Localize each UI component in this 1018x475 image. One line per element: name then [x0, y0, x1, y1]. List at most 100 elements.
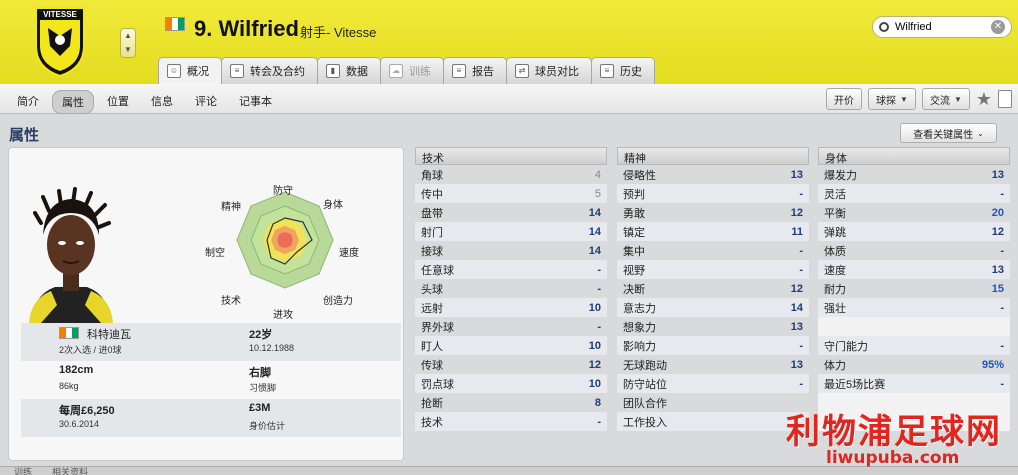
attribute-name: 无球跑动	[623, 359, 667, 372]
attribute-name: 强壮	[824, 302, 846, 315]
player-nav-arrows[interactable]: ▲ ▼	[120, 28, 136, 58]
attribute-value: 13	[991, 168, 1004, 181]
club-crest-icon[interactable]: VITESSE	[34, 6, 86, 78]
player-role: 射手- Vitesse	[300, 25, 377, 40]
scout-dropdown[interactable]: 球探 ▼	[868, 88, 916, 110]
date-of-birth: 10.12.1988	[249, 343, 295, 353]
subtab-positions[interactable]: 位置	[98, 90, 138, 114]
attribute-value: 13	[991, 263, 1004, 276]
bottom-tab-training[interactable]: 训练	[14, 465, 32, 475]
physical-header: 身体	[818, 147, 1010, 165]
tab-report[interactable]: ≡ 报告	[443, 57, 507, 84]
compare-icon: ⇄	[515, 64, 529, 78]
training-icon: ☁	[389, 64, 403, 78]
attribute-name: 盘带	[421, 207, 443, 220]
attribute-name: 抢断	[421, 397, 443, 410]
attribute-name: 界外球	[421, 321, 454, 334]
attribute-row: 灵活 -	[818, 184, 1010, 203]
wage: 每周£6,250	[59, 405, 115, 417]
clear-search-icon[interactable]: ✕	[991, 20, 1005, 34]
age: 22岁	[249, 329, 273, 341]
header-bar: VITESSE ▲ ▼ 9. Wilfried 射手- Vitesse ✕ ☺概…	[0, 0, 1018, 84]
subtab-intro[interactable]: 简介	[8, 90, 48, 114]
radar-label-creativity: 创造力	[323, 296, 353, 307]
notes-icon[interactable]	[998, 90, 1012, 108]
bid-button[interactable]: 开价	[826, 88, 863, 110]
attribute-row: 勇敢 12	[617, 203, 809, 222]
sub-navigation: 简介 属性 位置 信息 评论 记事本 开价 球探 ▼ 交流 ▼ ★	[0, 84, 1018, 114]
attribute-value: -	[597, 415, 601, 428]
attribute-value: 4	[594, 168, 601, 181]
radar-label-mental: 精神	[221, 202, 241, 213]
attribute-name: 盯人	[421, 340, 443, 353]
attribute-name: 预判	[623, 188, 645, 201]
attribute-row: 头球 -	[415, 279, 607, 298]
attribute-row: 镇定 11	[617, 222, 809, 241]
attribute-row: 射门 14	[415, 222, 607, 241]
attribute-value: -	[1000, 377, 1004, 390]
arrow-up-icon[interactable]: ▲	[121, 29, 135, 43]
subtab-comments[interactable]: 评论	[186, 90, 226, 114]
international-caps: 2次入选 / 进0球	[59, 345, 122, 355]
attribute-row: 任意球 -	[415, 260, 607, 279]
subtab-info[interactable]: 信息	[142, 90, 182, 114]
player-card: 防守 身体 速度 创造力 进攻 技术 制空 精神 科特迪瓦 2次入选 / 进0球…	[8, 147, 404, 461]
attribute-row: 集中 -	[617, 241, 809, 260]
star-icon[interactable]: ★	[976, 89, 992, 109]
report-icon: ≡	[452, 64, 466, 78]
radar-label-aerial: 制空	[205, 248, 225, 259]
attribute-value: 12	[790, 282, 803, 295]
bottom-tab-related[interactable]: 相关资料	[52, 465, 88, 475]
crest-text: VITESSE	[43, 10, 77, 19]
interact-dropdown[interactable]: 交流 ▼	[921, 88, 970, 110]
attribute-value: -	[1000, 187, 1004, 200]
tab-stats[interactable]: ▮ 数据	[317, 57, 381, 84]
attribute-value: -	[1000, 339, 1004, 352]
attribute-row	[818, 317, 1010, 336]
key-attributes-dropdown[interactable]: 查看关键属性 ⌄	[900, 123, 997, 143]
attribute-name: 侵略性	[623, 169, 656, 182]
attribute-row: 角球 4	[415, 165, 607, 184]
attribute-name: 平衡	[824, 207, 846, 220]
radar-label-attack: 进攻	[273, 310, 293, 321]
attribute-name: 传球	[421, 359, 443, 372]
attribute-row: 罚点球 10	[415, 374, 607, 393]
search-box[interactable]: ✕	[872, 16, 1012, 38]
attribute-name: 工作投入	[623, 416, 667, 429]
attribute-name: 头球	[421, 283, 443, 296]
arrow-down-icon[interactable]: ▼	[121, 43, 135, 57]
technical-header: 技术	[415, 147, 607, 165]
attribute-name: 影响力	[623, 340, 656, 353]
attribute-row: 速度 13	[818, 260, 1010, 279]
attribute-value: 10	[588, 301, 601, 314]
transfer-value: £3M	[249, 402, 271, 414]
attribute-row: 视野 -	[617, 260, 809, 279]
attribute-value: 20	[991, 206, 1004, 219]
attribute-value: -	[799, 263, 803, 276]
attribute-name: 想象力	[623, 321, 656, 334]
tab-overview[interactable]: ☺ 概况	[158, 57, 222, 84]
nationality-flag-icon	[59, 327, 79, 339]
radar-label-technique: 技术	[221, 296, 241, 307]
tab-contract[interactable]: ≡ 转会及合约	[221, 57, 318, 84]
attribute-row: 平衡 20	[818, 203, 1010, 222]
attribute-value: 14	[588, 206, 601, 219]
subtab-attributes[interactable]: 属性	[52, 90, 94, 114]
tab-compare[interactable]: ⇄ 球员对比	[506, 57, 592, 84]
attribute-name: 体力	[824, 359, 846, 372]
search-input[interactable]	[895, 21, 991, 33]
attribute-row: 想象力 13	[617, 317, 809, 336]
attribute-row: 爆发力 13	[818, 165, 1010, 184]
attribute-row: 抢断 8	[415, 393, 607, 412]
tab-history[interactable]: ≡ 历史	[591, 57, 655, 84]
attribute-row: 耐力 15	[818, 279, 1010, 298]
attribute-name: 灵活	[824, 188, 846, 201]
mental-attributes: 精神 侵略性 13 预判 - 勇敢 12 镇定 11 集中 - 视野 - 决断 12 意志力 14 想象力 13 影…	[617, 147, 809, 431]
attribute-row: 体质 -	[818, 241, 1010, 260]
attribute-value: 95%	[981, 358, 1004, 371]
attribute-name: 最近5场比赛	[824, 378, 886, 391]
attribute-value: -	[597, 282, 601, 295]
mental-header: 精神	[617, 147, 809, 165]
tab-training[interactable]: ☁ 训练	[380, 57, 444, 84]
subtab-notes[interactable]: 记事本	[230, 90, 281, 114]
